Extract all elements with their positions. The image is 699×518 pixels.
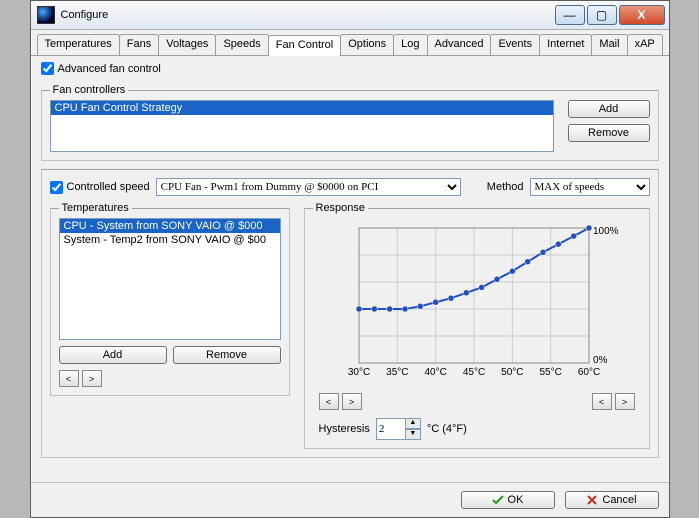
svg-text:45°C: 45°C <box>462 367 484 378</box>
method-select[interactable]: MAX of speeds <box>530 178 650 196</box>
fan-controllers-legend: Fan controllers <box>50 84 129 96</box>
temp-left-arrow[interactable]: < <box>59 370 79 387</box>
response-legend: Response <box>313 202 369 214</box>
controller-add-button[interactable]: Add <box>568 100 650 118</box>
response-group: Response 30°C 35°C 40°C 45°C 50°C 55°C 60°C 100… <box>304 202 650 449</box>
cancel-button[interactable]: Cancel <box>565 491 659 509</box>
tab-xap[interactable]: xAP <box>627 34 663 55</box>
controller-item[interactable]: CPU Fan Control Strategy <box>51 101 553 115</box>
temp-right-arrow[interactable]: > <box>82 370 102 387</box>
controlled-speed-checkbox[interactable]: Controlled speed <box>50 181 150 194</box>
advanced-fan-control-label: Advanced fan control <box>58 63 161 75</box>
controlled-speed-select[interactable]: CPU Fan - Pwm1 from Dummy @ $0000 on PCI <box>156 178 461 196</box>
chart-right-min-arrow[interactable]: > <box>342 393 362 410</box>
hysteresis-label: Hysteresis <box>319 423 370 435</box>
hysteresis-unit: °C (4°F) <box>427 423 467 435</box>
maximize-button[interactable]: ▢ <box>587 5 617 25</box>
check-icon <box>492 494 504 506</box>
svg-text:55°C: 55°C <box>539 367 561 378</box>
dialog-footer: OK Cancel <box>31 482 669 517</box>
tab-temperatures[interactable]: Temperatures <box>37 34 120 55</box>
response-chart[interactable]: 30°C 35°C 40°C 45°C 50°C 55°C 60°C 100% 0% <box>319 218 629 388</box>
tab-voltages[interactable]: Voltages <box>158 34 216 55</box>
svg-text:30°C: 30°C <box>347 367 369 378</box>
temperature-item[interactable]: CPU - System from SONY VAIO @ $000 <box>60 219 280 233</box>
advanced-fan-control-checkbox[interactable]: Advanced fan control <box>41 62 161 75</box>
method-label: Method <box>487 181 524 193</box>
minimize-button[interactable]: — <box>555 5 585 25</box>
svg-text:50°C: 50°C <box>501 367 523 378</box>
tab-strip: TemperaturesFansVoltagesSpeedsFan Contro… <box>31 30 669 56</box>
ok-button[interactable]: OK <box>461 491 555 509</box>
tab-fan-control[interactable]: Fan Control <box>268 35 341 56</box>
fan-controllers-list[interactable]: CPU Fan Control Strategy <box>50 100 554 152</box>
tab-events[interactable]: Events <box>490 34 540 55</box>
spin-up-icon[interactable]: ▲ <box>405 418 421 429</box>
tab-options[interactable]: Options <box>340 34 394 55</box>
svg-text:100%: 100% <box>593 226 619 237</box>
temperatures-list[interactable]: CPU - System from SONY VAIO @ $000System… <box>59 218 281 340</box>
temp-remove-button[interactable]: Remove <box>173 346 281 364</box>
hysteresis-spinner[interactable]: ▲▼ <box>376 418 421 440</box>
chart-right-max-arrow[interactable]: > <box>615 393 635 410</box>
tab-speeds[interactable]: Speeds <box>215 34 268 55</box>
tab-internet[interactable]: Internet <box>539 34 592 55</box>
spin-down-icon[interactable]: ▼ <box>405 429 421 440</box>
app-icon <box>37 6 55 24</box>
temp-add-button[interactable]: Add <box>59 346 167 364</box>
svg-text:60°C: 60°C <box>577 367 599 378</box>
temperatures-legend: Temperatures <box>59 202 132 214</box>
tab-mail[interactable]: Mail <box>591 34 627 55</box>
temp-arrows: < > <box>59 370 102 387</box>
chart-left-min-arrow[interactable]: < <box>319 393 339 410</box>
fan-controllers-group: Fan controllers CPU Fan Control Strategy… <box>41 84 659 161</box>
window-title: Configure <box>61 9 553 21</box>
chart-left-max-arrow[interactable]: < <box>592 393 612 410</box>
close-button[interactable]: X <box>619 5 665 25</box>
tab-fans[interactable]: Fans <box>119 34 159 55</box>
controlled-speed-label: Controlled speed <box>67 181 150 193</box>
tab-log[interactable]: Log <box>393 34 427 55</box>
temperature-item[interactable]: System - Temp2 from SONY VAIO @ $00 <box>60 233 280 247</box>
controller-remove-button[interactable]: Remove <box>568 124 650 142</box>
configure-window: Configure — ▢ X TemperaturesFansVoltages… <box>30 0 670 518</box>
svg-text:35°C: 35°C <box>386 367 408 378</box>
temperatures-group: Temperatures CPU - System from SONY VAIO… <box>50 202 290 396</box>
svg-text:0%: 0% <box>593 355 608 366</box>
svg-text:40°C: 40°C <box>424 367 446 378</box>
titlebar: Configure — ▢ X <box>31 1 669 30</box>
tab-advanced[interactable]: Advanced <box>427 34 492 55</box>
x-icon <box>586 494 598 506</box>
